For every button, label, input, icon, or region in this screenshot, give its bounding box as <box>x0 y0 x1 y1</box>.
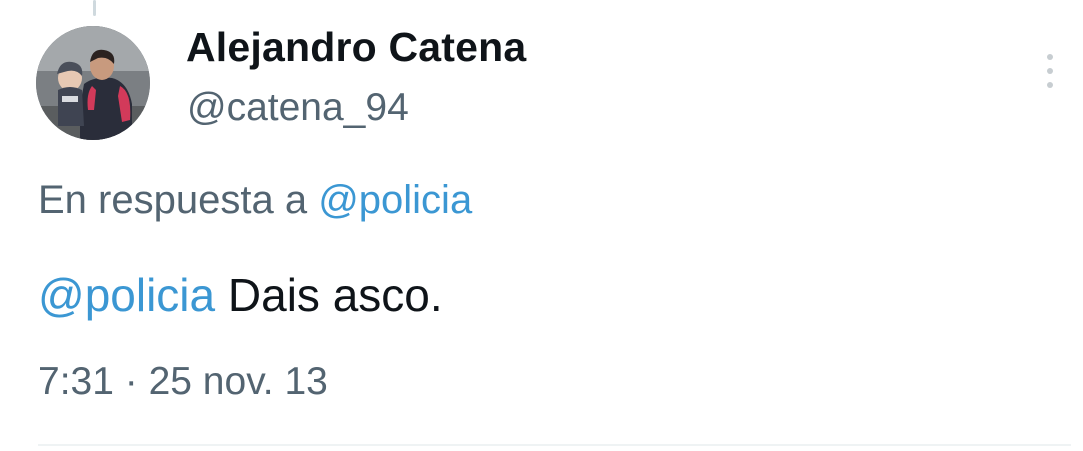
divider <box>38 444 1071 446</box>
reply-context-prefix: En respuesta a <box>38 178 308 222</box>
author-display-name[interactable]: Alejandro Catena <box>186 24 526 71</box>
timestamp-time: 7:31 <box>38 360 114 403</box>
avatar-photo-icon <box>36 26 150 140</box>
tweet-mention-link[interactable]: @policia <box>38 269 215 321</box>
avatar[interactable] <box>36 26 150 140</box>
author-handle[interactable]: @catena_94 <box>187 86 409 130</box>
tweet-timestamp[interactable]: 7:31 · 25 nov. 13 <box>38 360 328 404</box>
more-options-button[interactable] <box>1030 48 1070 94</box>
reply-context-mention-link[interactable]: @policia <box>318 178 472 222</box>
timestamp-separator: · <box>124 360 138 403</box>
timestamp-date: 25 nov. 13 <box>148 360 328 403</box>
reply-context: En respuesta a @policia <box>38 178 472 223</box>
thread-connector-line <box>93 0 96 16</box>
tweet-text: @policia Dais asco. <box>38 268 443 322</box>
tweet-body-text: Dais asco. <box>227 269 443 321</box>
